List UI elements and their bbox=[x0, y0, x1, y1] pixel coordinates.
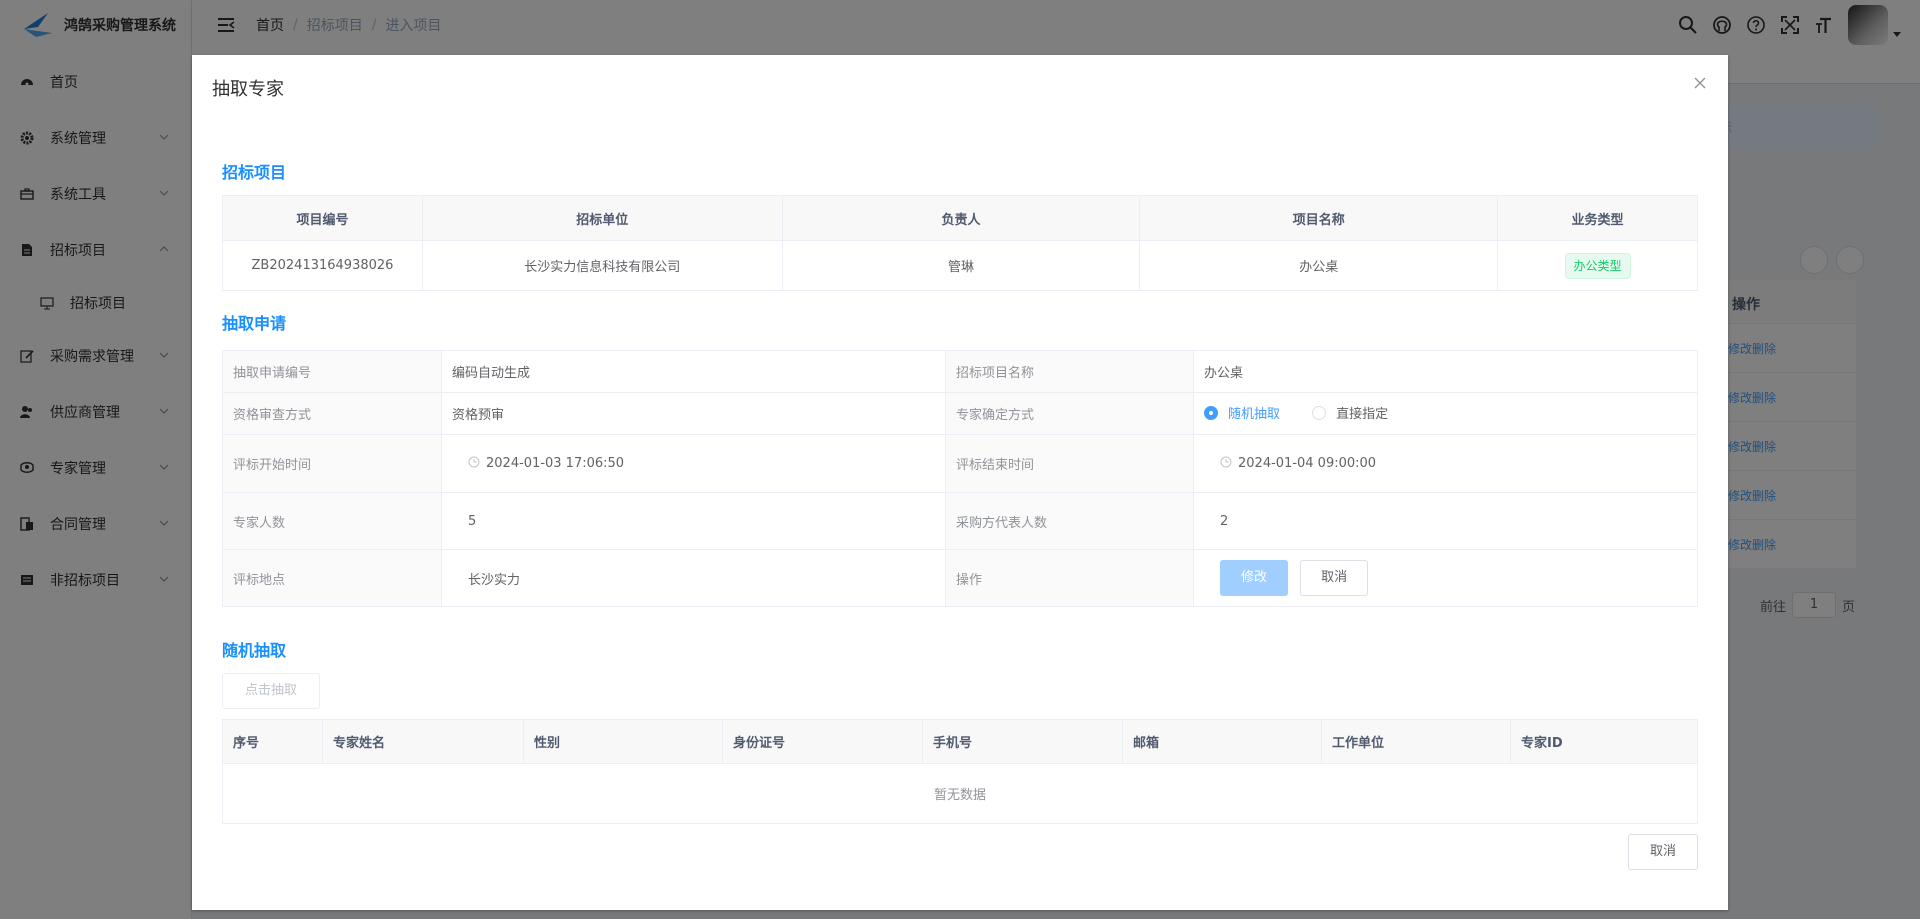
table-header-row: 序号 专家姓名 性别 身份证号 手机号 邮箱 工作单位 专家ID bbox=[222, 719, 1698, 764]
start-time-picker[interactable]: 2024-01-03 17:06:50 bbox=[441, 434, 946, 493]
column-header: 业务类型 bbox=[1497, 195, 1698, 241]
radio-dot bbox=[1312, 405, 1327, 420]
project-section-title: 招标项目 bbox=[222, 163, 287, 182]
radio-direct[interactable]: 直接指定 bbox=[1312, 403, 1388, 422]
confirm-label: 专家确定方式 bbox=[945, 392, 1194, 435]
table-row: ZB202413164938026 长沙实力信息科技有限公司 管琳 办公桌 办公… bbox=[222, 240, 1698, 291]
rep-count-value[interactable]: 2 bbox=[1193, 492, 1698, 550]
form-row: 资格审查方式 资格预审 专家确定方式 随机抽取 直接指定 bbox=[222, 392, 1698, 435]
project-table: 项目编号 招标单位 负责人 项目名称 业务类型 ZB20241316493802… bbox=[222, 195, 1698, 291]
end-time-value: 2024-01-04 09:00:00 bbox=[1238, 456, 1377, 471]
project-code: ZB202413164938026 bbox=[222, 240, 423, 291]
table-empty-row: 暂无数据 bbox=[222, 763, 1698, 824]
location-value[interactable]: 长沙实力 bbox=[441, 549, 946, 607]
project-biz-type-cell: 办公类型 bbox=[1497, 240, 1698, 291]
project-org: 长沙实力信息科技有限公司 bbox=[421, 240, 783, 291]
radio-dot bbox=[1204, 405, 1218, 420]
action-buttons: 修改 取消 bbox=[1193, 549, 1698, 607]
end-time-picker[interactable]: 2024-01-04 09:00:00 bbox=[1193, 434, 1698, 493]
project-name: 办公桌 bbox=[1139, 240, 1499, 291]
column-header: 序号 bbox=[222, 719, 323, 764]
column-header: 专家姓名 bbox=[322, 719, 524, 764]
column-header: 性别 bbox=[523, 719, 723, 764]
radio-label: 直接指定 bbox=[1336, 407, 1389, 423]
column-header: 项目名称 bbox=[1139, 195, 1499, 241]
dialog-title: 抽取专家 bbox=[212, 79, 284, 100]
form-row: 评标开始时间 2024-01-03 17:06:50 评标结束时间 2024-0… bbox=[222, 434, 1698, 493]
footer-cancel-button[interactable]: 取消 bbox=[1628, 834, 1698, 870]
column-header: 负责人 bbox=[781, 195, 1141, 241]
draw-button[interactable]: 点击抽取 bbox=[222, 673, 320, 709]
column-header: 专家ID bbox=[1510, 719, 1698, 764]
cancel-button[interactable]: 取消 bbox=[1300, 560, 1369, 596]
review-value: 资格预审 bbox=[441, 392, 946, 435]
project-name-value: 办公桌 bbox=[1193, 350, 1698, 393]
expert-count-value[interactable]: 5 bbox=[441, 492, 946, 550]
clock-icon bbox=[468, 456, 480, 468]
start-time-value: 2024-01-03 17:06:50 bbox=[486, 456, 625, 471]
close-icon[interactable] bbox=[1692, 75, 1708, 91]
form-row: 评标地点 长沙实力 操作 修改 取消 bbox=[222, 549, 1698, 607]
location-label: 评标地点 bbox=[222, 549, 442, 607]
table-header-row: 项目编号 招标单位 负责人 项目名称 业务类型 bbox=[222, 195, 1698, 241]
apply-no-label: 抽取申请编号 bbox=[222, 350, 442, 393]
modify-button[interactable]: 修改 bbox=[1220, 560, 1289, 596]
random-section-title: 随机抽取 bbox=[222, 641, 287, 660]
radio-label: 随机抽取 bbox=[1228, 407, 1281, 423]
start-time-label: 评标开始时间 bbox=[222, 434, 442, 493]
form-row: 专家人数 5 采购方代表人数 2 bbox=[222, 492, 1698, 550]
column-header: 手机号 bbox=[922, 719, 1123, 764]
form-row: 抽取申请编号 编码自动生成 招标项目名称 办公桌 bbox=[222, 350, 1698, 393]
column-header: 工作单位 bbox=[1321, 719, 1511, 764]
radio-random[interactable]: 随机抽取 bbox=[1204, 403, 1280, 422]
expert-count-label: 专家人数 bbox=[222, 492, 442, 550]
action-label: 操作 bbox=[945, 549, 1194, 607]
extract-expert-dialog: 抽取专家 招标项目 项目编号 招标单位 负责人 项目名称 业务类型 ZB2024… bbox=[192, 55, 1728, 910]
clock-icon bbox=[1220, 456, 1232, 468]
project-owner: 管琳 bbox=[781, 240, 1141, 291]
end-time-label: 评标结束时间 bbox=[945, 434, 1194, 493]
column-header: 项目编号 bbox=[222, 195, 423, 241]
rep-count-label: 采购方代表人数 bbox=[945, 492, 1194, 550]
apply-form-table: 抽取申请编号 编码自动生成 招标项目名称 办公桌 资格审查方式 资格预审 专家确… bbox=[222, 350, 1698, 607]
confirm-radio-group: 随机抽取 直接指定 bbox=[1193, 392, 1698, 435]
column-header: 邮箱 bbox=[1122, 719, 1322, 764]
column-header: 招标单位 bbox=[421, 195, 783, 241]
project-name-label: 招标项目名称 bbox=[945, 350, 1194, 393]
apply-no-value: 编码自动生成 bbox=[441, 350, 946, 393]
expert-table: 序号 专家姓名 性别 身份证号 手机号 邮箱 工作单位 专家ID 暂无数据 bbox=[222, 719, 1698, 824]
empty-text: 暂无数据 bbox=[222, 763, 1698, 824]
review-label: 资格审查方式 bbox=[222, 392, 442, 435]
apply-section-title: 抽取申请 bbox=[222, 314, 287, 333]
column-header: 身份证号 bbox=[722, 719, 923, 764]
biz-type-tag: 办公类型 bbox=[1564, 252, 1631, 279]
